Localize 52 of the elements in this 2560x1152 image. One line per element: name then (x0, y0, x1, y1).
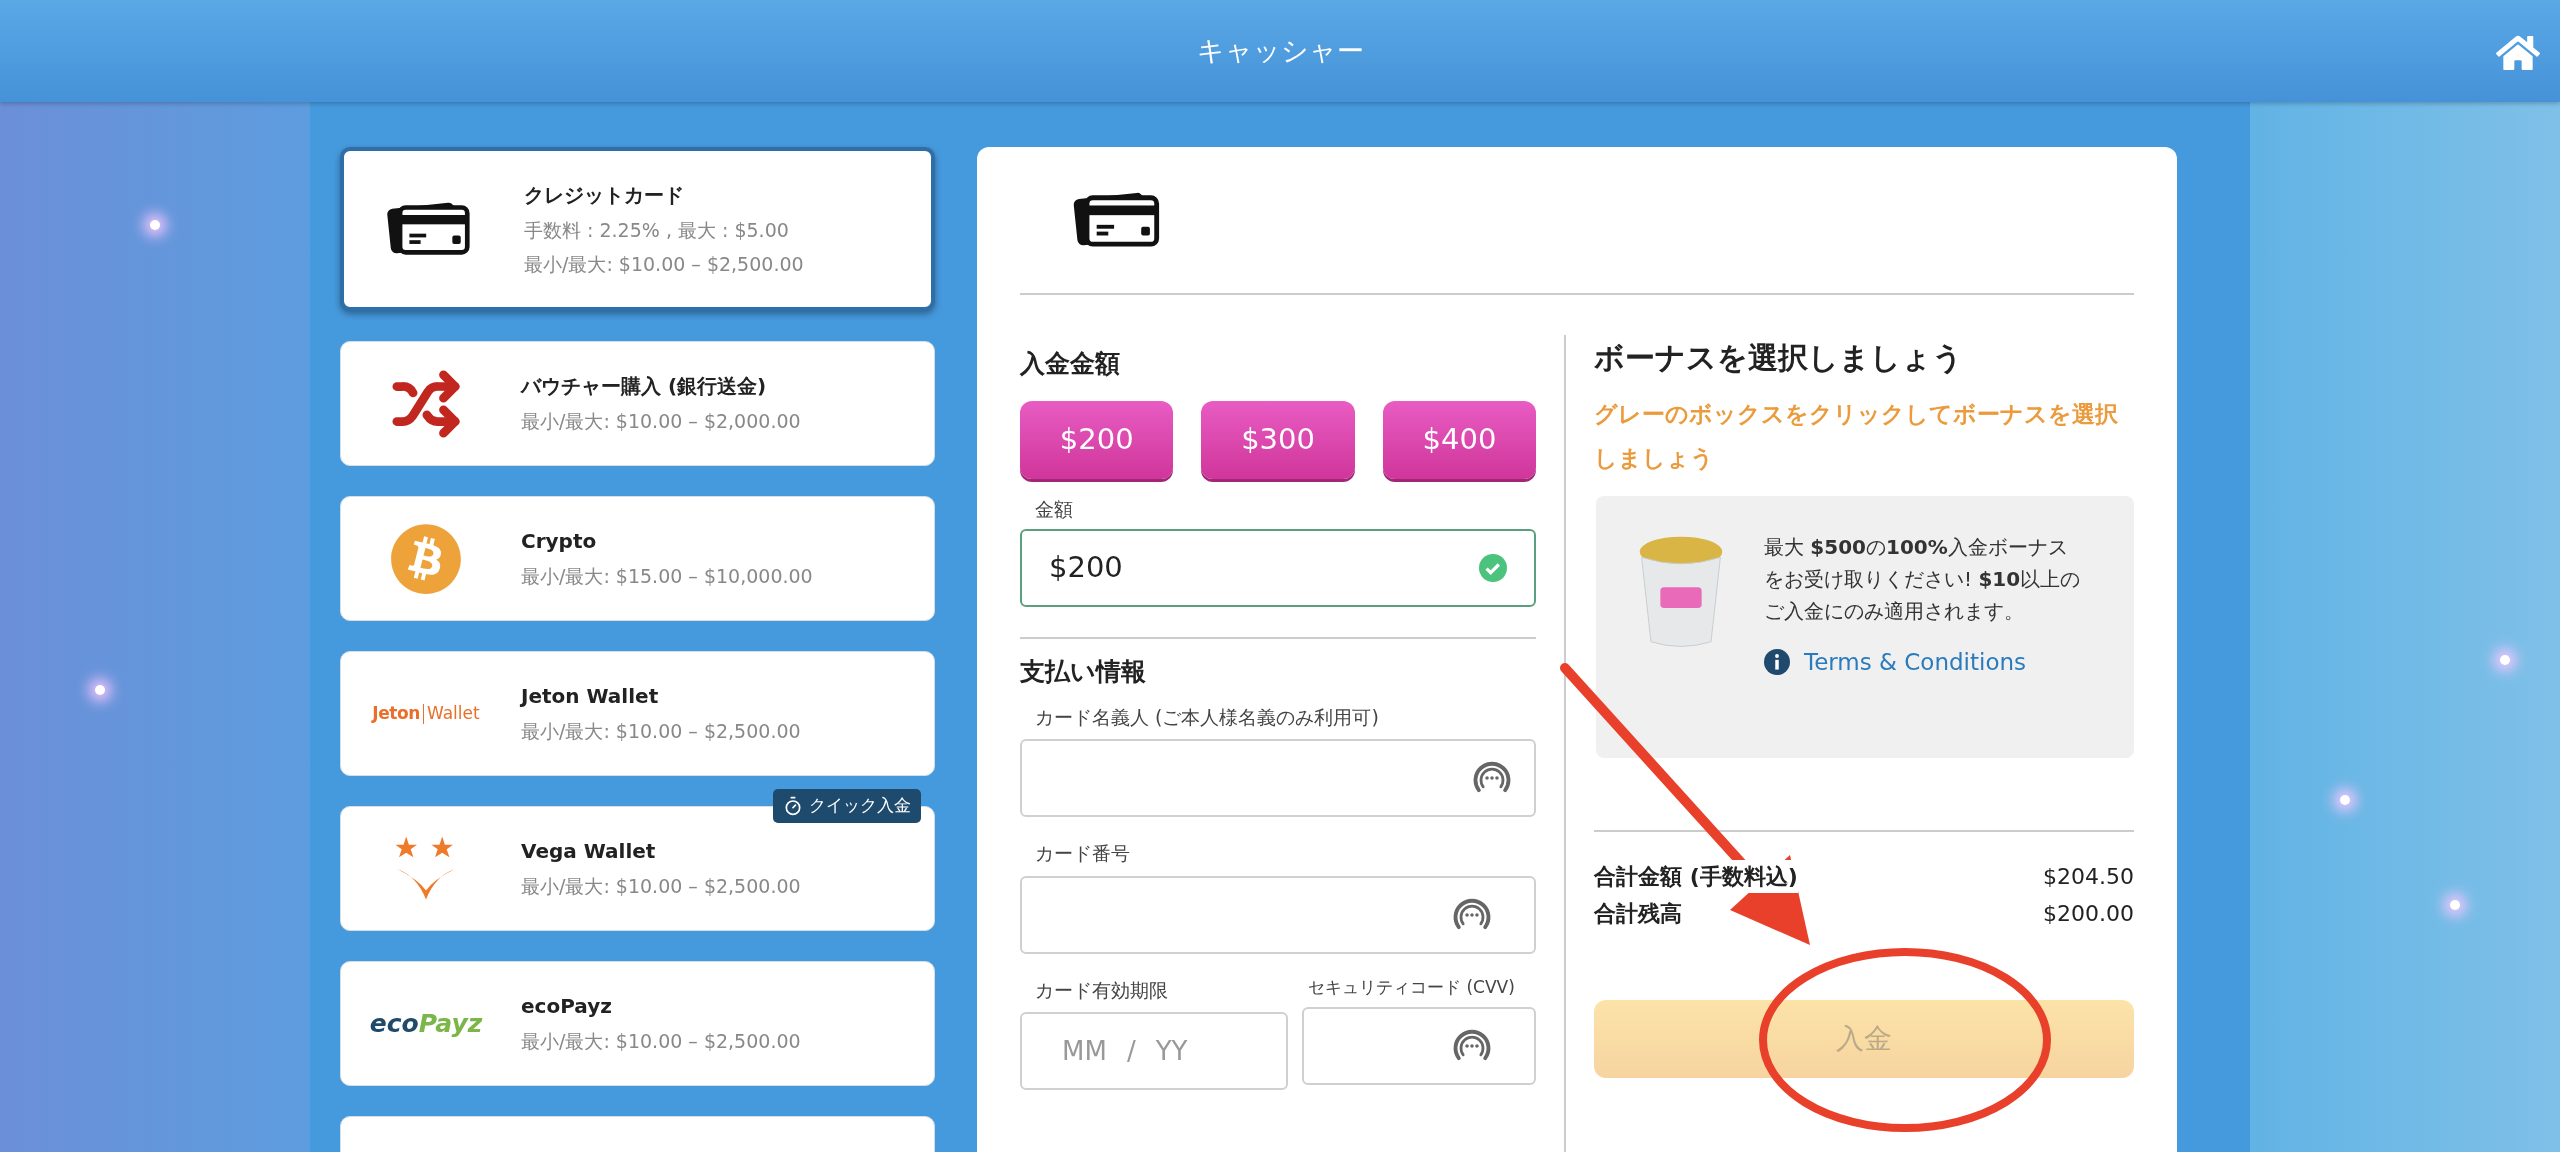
method-limits: 最小/最大: $10.00 – $2,500.00 (521, 874, 801, 900)
sparkle (2500, 655, 2510, 665)
method-limits: 最小/最大: $10.00 – $2,000.00 (521, 409, 801, 435)
input-field[interactable] (1302, 1006, 1537, 1085)
timer-icon (783, 795, 803, 816)
bonus-offer-card[interactable]: 最大 $500の100%入金ボーナスをお受け取りください! $10以上のご入金にのみ適用されます。 Terms & Conditions (1596, 496, 2134, 758)
payment-method-card[interactable]: クレジットカード 手数料 : 2.25% , 最大 : $5.00 最小/最大: $10.00 – $2,500.00 (340, 147, 935, 311)
input-field[interactable] (1020, 875, 1537, 954)
field-label: カード名義人 (ご本人様名義のみ利用可) (1034, 704, 1380, 730)
field-label: カード番号 (1034, 841, 1131, 866)
method-limits: 最小/最大: $10.00 – $2,500.00 (521, 719, 801, 745)
amount-preset-button[interactable]: $300 (1201, 400, 1355, 479)
payment-method-card[interactable]: Crypto 最小/最大: $15.00 – $10,000.00 (340, 496, 935, 621)
bitcoin-icon (390, 522, 462, 595)
input-field[interactable] (1020, 739, 1537, 817)
method-name: Jeton Wallet (521, 683, 660, 711)
payment-method-card[interactable]: バウチャー購入 (銀行送金) 最小/最大: $10.00 – $2,000.00 (340, 341, 935, 466)
section-title: 支払い情報 (1020, 656, 1147, 688)
sparkle (2340, 795, 2350, 805)
amount-preset-button[interactable]: $400 (1382, 400, 1537, 479)
method-fee: 手数料 : 2.25% , 最大 : $5.00 (524, 217, 790, 243)
method-name: Crypto (521, 528, 598, 556)
field-label: カード有効期限 (1034, 977, 1169, 1003)
method-name: ecoPayz (521, 993, 613, 1021)
total-value: $200.00 (2043, 900, 2134, 928)
method-name: バウチャー購入 (銀行送金) (521, 373, 768, 401)
bonus-hint: グレーのボックスをクリックしてボーナスを選択しましょう (1594, 400, 2119, 473)
credit-card-icon (1073, 190, 1161, 250)
amount-preset-button[interactable]: $200 (1020, 400, 1174, 479)
terms-link[interactable]: Terms & Conditions (1764, 645, 2084, 680)
total-value: $204.50 (2043, 863, 2134, 891)
field-label: セキュリティコード (CVV) (1307, 975, 1516, 999)
total-label: 合計金額 (手数料込) (1594, 860, 1798, 893)
method-limits: 最小/最大: $10.00 – $2,500.00 (524, 252, 804, 277)
page-title: キャッシャー (1196, 33, 1364, 68)
payment-method-card[interactable]: Jeton Wallet Jeton Wallet 最小/最大: $10.00 – $2,500.00 (340, 651, 935, 776)
method-name: Vega Wallet (521, 838, 657, 866)
bonus-title: ボーナスを選択しましょう (1594, 339, 1964, 377)
amount-field[interactable]: $200 (1020, 529, 1537, 607)
payment-method-card[interactable]: ecoPayz ecoPayz 最小/最大: $10.00 – $2,500.00 (340, 961, 935, 1086)
wallet-logo: Jeton Wallet (372, 701, 480, 726)
wallet-logo: ecoPayz (369, 1007, 483, 1040)
method-name: クレジットカード (524, 181, 685, 209)
field-label: 金額 (1034, 496, 1074, 522)
method-limits: 最小/最大: $10.00 – $2,500.00 (521, 1029, 801, 1055)
section-title: 入金金額 (1020, 348, 1121, 380)
info-icon (1764, 649, 1790, 676)
method-limits: 最小/最大: $15.00 – $10,000.00 (521, 564, 813, 590)
bonus-offer-text: 最大 $500の100%入金ボーナスをお受け取りください! $10以上のご入金にのみ適用されます。 (1764, 534, 2082, 625)
sparkle (2450, 900, 2460, 910)
sparkle (150, 220, 160, 230)
sparkle (95, 685, 105, 695)
